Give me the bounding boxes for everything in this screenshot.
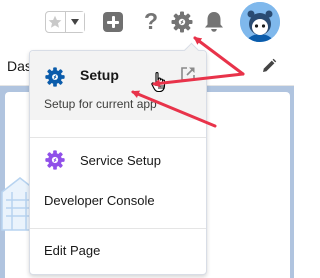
developer-console-label: Developer Console [44,193,155,208]
gear-icon[interactable] [170,10,194,34]
question-mark-icon[interactable]: ? [142,8,160,34]
favorites-button-group [45,11,85,33]
developer-console-menu-item[interactable]: Developer Console [30,185,206,215]
service-gear-icon [44,149,66,171]
chevron-down-icon[interactable] [65,12,84,32]
bell-icon[interactable] [203,10,225,34]
external-link-icon[interactable] [180,66,196,82]
edit-page-menu-item[interactable]: Edit Page [30,235,206,265]
setup-menu-item[interactable]: Setup Setup for current app [30,51,206,120]
menu-divider [30,228,206,229]
service-setup-menu-item[interactable]: Service Setup [30,145,206,175]
setup-label: Setup [80,67,119,83]
setup-description: Setup for current app [44,97,157,111]
menu-divider [30,137,206,138]
add-icon[interactable] [103,12,123,32]
avatar[interactable] [240,2,280,42]
global-header: ? [0,0,294,46]
edit-page-label: Edit Page [44,243,101,258]
star-icon[interactable] [46,12,66,32]
setup-dropdown-menu: Setup Setup for current app Service Setu… [29,42,207,275]
service-setup-label: Service Setup [80,153,161,168]
hand-cursor-icon [151,71,169,93]
pencil-icon[interactable] [261,58,277,74]
gear-icon [44,66,66,88]
